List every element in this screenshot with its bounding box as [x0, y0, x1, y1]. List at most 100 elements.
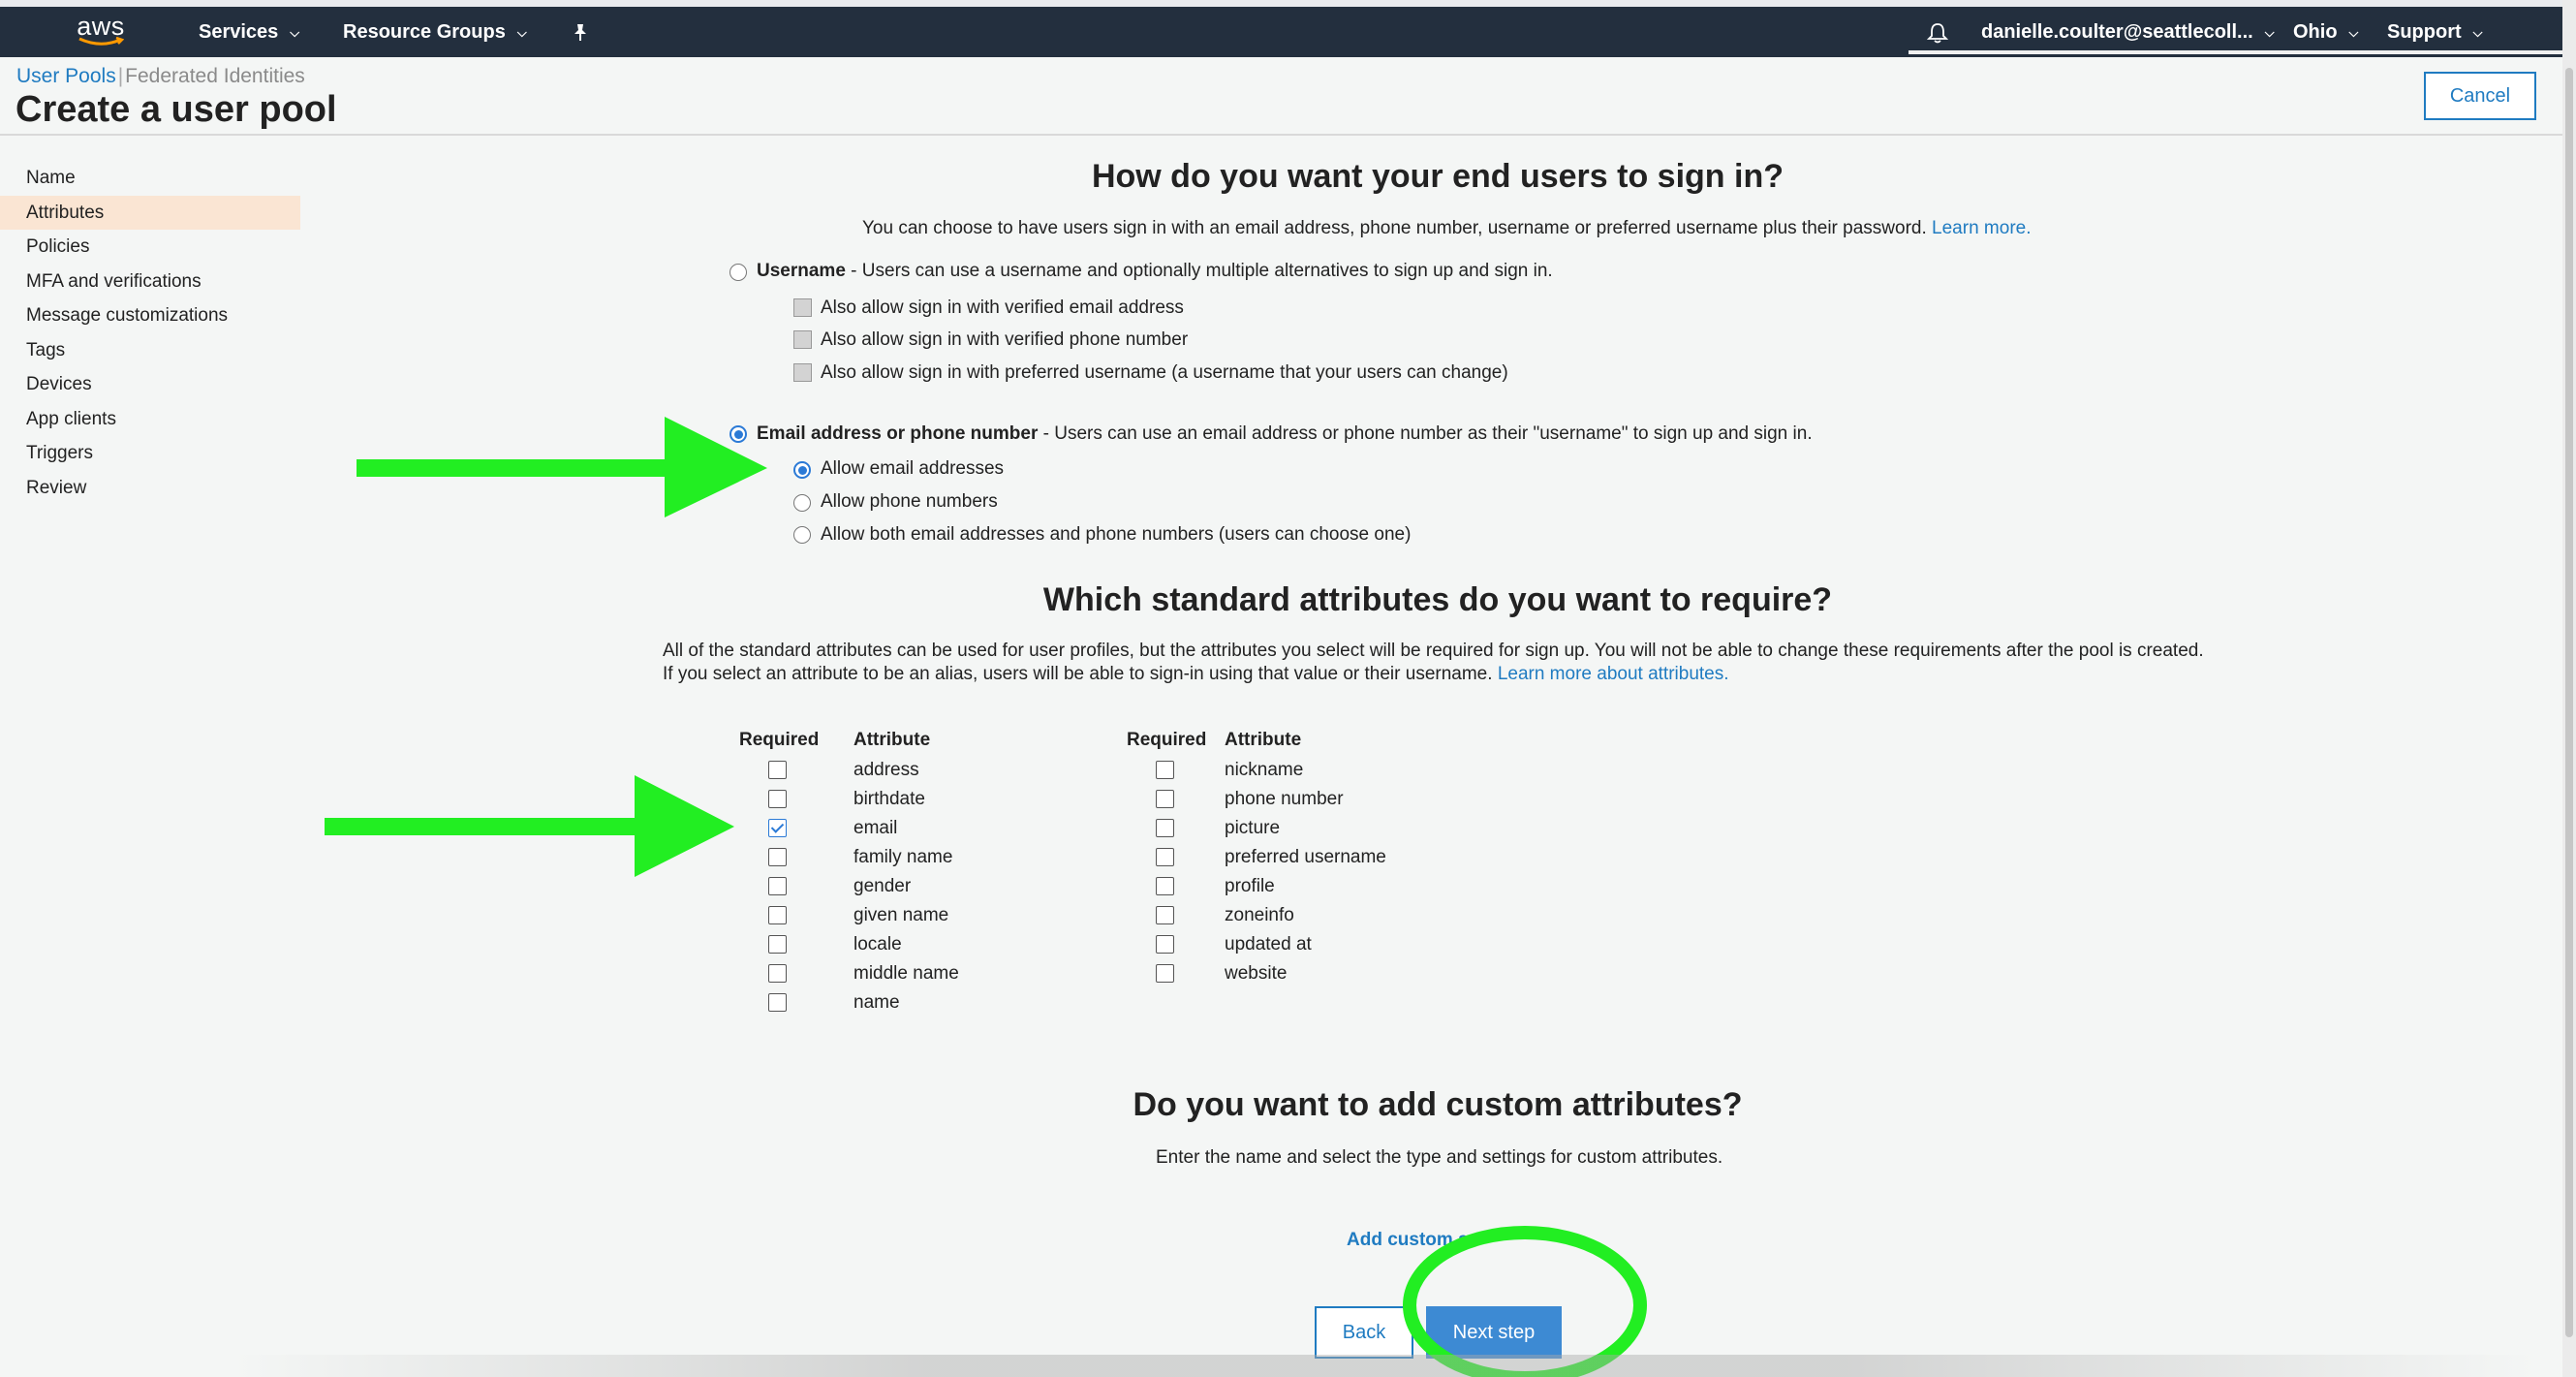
attribute-name: address: [853, 760, 919, 780]
standard-attributes-description: All of the standard attributes can be us…: [663, 640, 2213, 686]
aws-logo[interactable]: aws: [74, 7, 128, 57]
attribute-name: email: [853, 818, 898, 838]
attribute-name: zoneinfo: [1225, 905, 1294, 925]
services-label: Services: [199, 21, 279, 43]
required-checkbox-phone-number[interactable]: [1156, 790, 1174, 808]
attribute-name: updated at: [1225, 934, 1312, 955]
support-label: Support: [2387, 21, 2462, 43]
attribute-name: picture: [1225, 818, 1281, 838]
username-option-desc: - Users can use a username and optionall…: [845, 261, 1553, 281]
learn-more-link[interactable]: Learn more.: [1932, 218, 2031, 238]
standard-desc-text: All of the standard attributes can be us…: [663, 641, 2204, 684]
attribute-name: given name: [853, 905, 949, 925]
allow-verified-email-label: Also allow sign in with verified email a…: [821, 297, 1184, 318]
sidebar-item-policies[interactable]: Policies: [0, 230, 300, 265]
attribute-name: middle name: [853, 963, 959, 984]
attribute-name: name: [853, 992, 900, 1013]
required-checkbox-family-name[interactable]: [768, 848, 787, 866]
annotation-overlay: [325, 417, 1647, 1377]
allow-preferred-username-checkbox[interactable]: [793, 363, 812, 382]
sidebar-item-mfa[interactable]: MFA and verifications: [0, 265, 300, 299]
custom-attributes-description: Enter the name and select the type and s…: [1156, 1147, 1723, 1168]
user-pools-link[interactable]: User Pools: [16, 65, 116, 87]
sidebar-item-tags[interactable]: Tags: [0, 333, 300, 368]
left-attribute-header: Attribute: [853, 730, 931, 750]
sidebar-item-app-clients[interactable]: App clients: [0, 402, 300, 437]
allow-verified-email-checkbox[interactable]: [793, 298, 812, 317]
scrollbar-thumb[interactable]: [2565, 68, 2573, 1337]
cancel-button[interactable]: Cancel: [2424, 72, 2536, 120]
email-or-phone-radio[interactable]: [729, 425, 747, 443]
sidebar-item-attributes[interactable]: Attributes: [0, 195, 300, 230]
resource-groups-label: Resource Groups: [343, 21, 506, 43]
right-attribute-header: Attribute: [1225, 730, 1302, 750]
region-label: Ohio: [2293, 21, 2338, 43]
attribute-name: birthdate: [853, 789, 925, 809]
sidebar-item-devices[interactable]: Devices: [0, 367, 300, 402]
email-option-title: Email address or phone number: [757, 423, 1039, 444]
chevron-down-icon: ⌵: [516, 24, 527, 40]
attribute-name: profile: [1225, 876, 1275, 896]
page-title: Create a user pool: [16, 89, 337, 130]
required-checkbox-website[interactable]: [1156, 964, 1174, 983]
required-checkbox-profile[interactable]: [1156, 877, 1174, 895]
allow-email-addresses-radio[interactable]: [793, 461, 811, 479]
allow-preferred-username-label: Also allow sign in with preferred userna…: [821, 362, 1508, 383]
window-top-strip: [0, 0, 2576, 7]
attribute-name: phone number: [1225, 789, 1344, 809]
required-checkbox-middle-name[interactable]: [768, 964, 787, 983]
allow-phone-numbers-radio[interactable]: [793, 494, 811, 512]
green-arrow-email: [325, 775, 734, 877]
required-checkbox-address[interactable]: [768, 761, 787, 779]
sidebar-item-name[interactable]: Name: [0, 161, 300, 196]
user-email: danielle.coulter@seattlecoll...: [1981, 21, 2253, 43]
required-checkbox-gender[interactable]: [768, 877, 787, 895]
allow-phone-numbers-label: Allow phone numbers: [821, 491, 998, 512]
username-option-title: Username: [757, 261, 846, 281]
email-or-phone-option-label: Email address or phone number - Users ca…: [757, 423, 1813, 445]
add-custom-attribute-link[interactable]: Add custom a: [1347, 1230, 1469, 1251]
next-step-button[interactable]: Next step: [1426, 1306, 1562, 1359]
allow-verified-phone-checkbox[interactable]: [793, 330, 812, 349]
left-required-header: Required: [739, 730, 820, 750]
attribute-name: website: [1225, 963, 1288, 984]
breadcrumb: User Pools|Federated Identities: [16, 65, 305, 88]
vertical-scrollbar[interactable]: [2562, 0, 2576, 1377]
allow-email-addresses-label: Allow email addresses: [821, 458, 1005, 479]
green-arrow-signin: [357, 417, 767, 517]
attribute-name: gender: [853, 876, 912, 896]
allow-both-label: Allow both email addresses and phone num…: [821, 524, 1412, 545]
sidebar-item-review[interactable]: Review: [0, 471, 300, 506]
resource-groups-menu[interactable]: Resource Groups ⌵: [343, 7, 527, 57]
username-radio[interactable]: [729, 264, 747, 281]
chevron-down-icon: ⌵: [290, 24, 300, 40]
required-checkbox-picture[interactable]: [1156, 819, 1174, 837]
required-checkbox-birthdate[interactable]: [768, 790, 787, 808]
breadcrumb-separator: |: [117, 65, 124, 87]
required-checkbox-email[interactable]: [768, 819, 787, 837]
allow-both-radio[interactable]: [793, 526, 811, 544]
required-checkbox-zoneinfo[interactable]: [1156, 906, 1174, 924]
required-checkbox-preferred-username[interactable]: [1156, 848, 1174, 866]
sidebar-item-triggers[interactable]: Triggers: [0, 436, 300, 471]
learn-more-attributes-link[interactable]: Learn more about attributes.: [1498, 664, 1729, 684]
wizard-steps-sidebar: Name Attributes Policies MFA and verific…: [0, 161, 300, 505]
required-checkbox-locale[interactable]: [768, 935, 787, 954]
signin-description: You can choose to have users sign in wit…: [862, 218, 2032, 239]
required-checkbox-name[interactable]: [768, 993, 787, 1012]
required-checkbox-updated-at[interactable]: [1156, 935, 1174, 954]
required-checkbox-given-name[interactable]: [768, 906, 787, 924]
bottom-shadow: [233, 1355, 2538, 1377]
signin-desc-text: You can choose to have users sign in wit…: [862, 218, 1927, 238]
sidebar-item-message-customizations[interactable]: Message customizations: [0, 298, 300, 333]
username-option-label: Username - Users can use a username and …: [757, 261, 1553, 282]
services-menu[interactable]: Services ⌵: [199, 7, 299, 57]
email-option-desc: - Users can use an email address or phon…: [1038, 423, 1813, 444]
nav-divider: [1909, 50, 2562, 54]
right-required-header: Required: [1127, 730, 1207, 750]
required-checkbox-nickname[interactable]: [1156, 761, 1174, 779]
pin-icon[interactable]: [572, 7, 589, 57]
back-button[interactable]: Back: [1315, 1306, 1413, 1359]
header-divider: [0, 134, 2562, 136]
federated-identities-link[interactable]: Federated Identities: [125, 65, 305, 87]
